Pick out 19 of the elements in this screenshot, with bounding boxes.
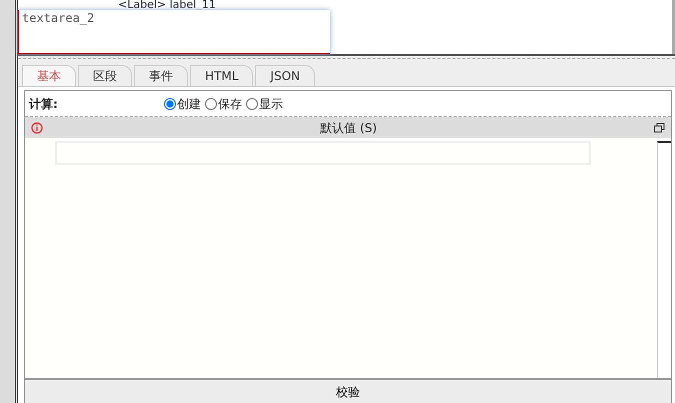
scrollbar[interactable] (657, 141, 671, 378)
validate-button[interactable]: 校验 (25, 378, 671, 403)
tab[interactable]: 事件 (134, 65, 188, 86)
text-area[interactable]: textarea_2 (18, 10, 330, 54)
radio-option[interactable]: 保存 (205, 94, 242, 112)
radio-button[interactable] (164, 98, 176, 110)
tab[interactable]: 区段 (78, 65, 132, 86)
radio-button[interactable] (205, 98, 217, 110)
field-label: 计算: (29, 96, 59, 112)
tree-item[interactable]: <Label> label_11 (118, 0, 672, 10)
radio-button[interactable] (246, 98, 258, 110)
radio-option[interactable]: 显示 (246, 94, 283, 112)
editor-title: 默认值 (S) (319, 120, 378, 136)
info-icon (31, 122, 43, 134)
tab[interactable]: JSON (255, 65, 315, 86)
tab[interactable]: HTML (190, 65, 254, 86)
radio-option[interactable]: 创建 (164, 94, 201, 112)
tab[interactable]: 基本 (22, 65, 76, 86)
restore-icon[interactable] (654, 122, 665, 132)
